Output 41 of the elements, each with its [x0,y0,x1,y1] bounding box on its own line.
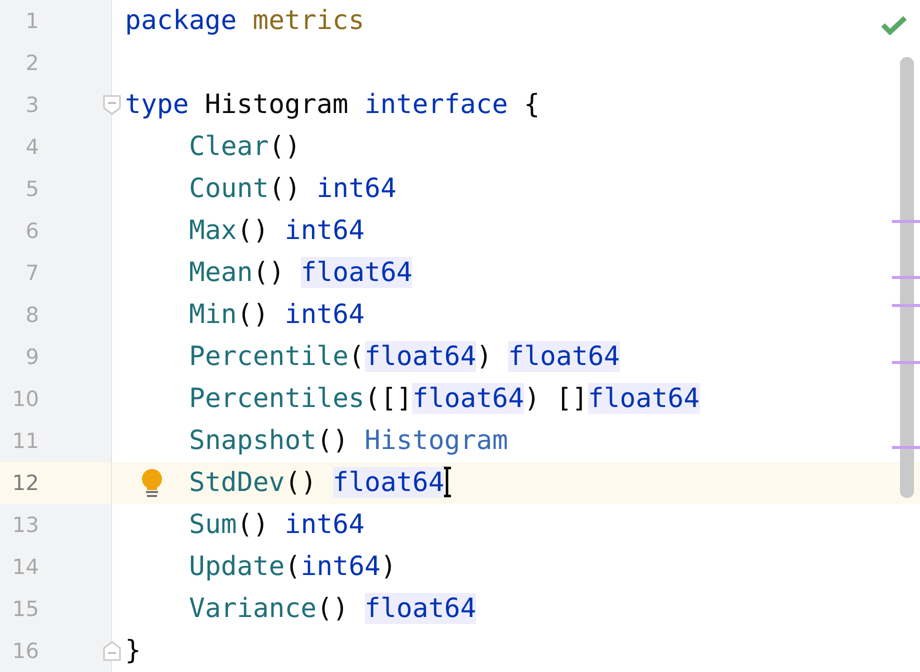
line-number: 10 [12,386,39,412]
fold-icon[interactable] [103,95,121,115]
code-line: type Histogram interface { [125,89,540,121]
code-line: Sum() int64 [189,509,365,541]
line-number: 15 [12,596,39,622]
line-number: 3 [26,92,39,118]
line-number: 13 [12,512,39,538]
usage-marker[interactable] [892,276,920,279]
usage-marker[interactable] [892,446,920,449]
code-line: package metrics [125,5,364,37]
line-number: 2 [26,50,39,76]
line-number: 1 [26,8,39,34]
line-number: 11 [12,428,39,454]
line-number: 8 [26,302,39,328]
code-line: Min() int64 [189,299,365,331]
usage-marker[interactable] [892,361,920,364]
line-number: 16 [12,638,39,664]
code-line: Max() int64 [189,215,365,247]
code-line: } [125,635,141,667]
line-number: 7 [26,260,39,286]
line-number: 14 [12,554,39,580]
line-number: 12 [12,470,39,496]
code-line: Clear() [189,131,301,163]
line-number: 9 [26,344,39,370]
code-line: Snapshot() Histogram [189,425,508,457]
scrollbar-thumb[interactable] [900,57,914,498]
code-line: Percentiles([]float64) []float64 [189,383,700,415]
line-number: 5 [26,176,39,202]
code-line: Update(int64) [189,551,396,583]
code-line: Count() int64 [189,173,396,205]
usage-marker[interactable] [892,220,920,223]
checkmark-icon[interactable] [881,15,907,35]
code-line: Variance() float64 [189,593,476,625]
fold-icon[interactable] [103,641,121,661]
code-line: StdDev() float64 [189,467,444,499]
code-line: Mean() float64 [189,257,412,289]
usage-marker[interactable] [892,304,920,307]
code-line: Percentile(float64) float64 [189,341,620,373]
line-number: 6 [26,218,39,244]
line-number: 4 [26,134,39,160]
lightbulb-icon[interactable] [140,469,164,497]
